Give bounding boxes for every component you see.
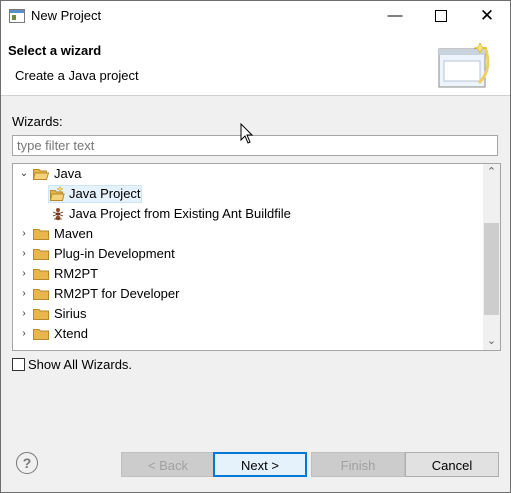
java-project-icon	[49, 186, 65, 201]
show-all-wizards-label[interactable]: Show All Wizards.	[28, 357, 132, 372]
wizard-header: Select a wizard Create a Java project	[1, 31, 510, 96]
tree-scrollbar[interactable]: ⌃ ⌄	[483, 164, 500, 350]
page-title: Select a wizard	[8, 43, 102, 58]
open-folder-icon	[33, 169, 49, 180]
maximize-button[interactable]	[418, 1, 464, 31]
tree-item-xtend[interactable]: › Xtend	[13, 324, 483, 344]
new-project-dialog: New Project — ✕ Select a wizard Create a…	[0, 0, 511, 493]
show-all-wizards-checkbox[interactable]	[12, 358, 25, 371]
maximize-icon	[435, 10, 447, 23]
page-description: Create a Java project	[15, 68, 139, 83]
tree-item-maven[interactable]: › Maven	[13, 224, 483, 244]
folder-icon	[33, 229, 49, 240]
tree-item-label: Maven	[54, 226, 94, 241]
help-icon[interactable]: ?	[16, 452, 38, 474]
wizard-filter-input[interactable]	[12, 135, 498, 156]
wizards-label: Wizards:	[12, 114, 63, 129]
mouse-cursor-icon	[240, 123, 254, 144]
tree-item-rm2pt-developer[interactable]: › RM2PT for Developer	[13, 284, 483, 304]
chevron-right-icon[interactable]: ›	[18, 304, 30, 324]
cancel-button[interactable]: Cancel	[405, 452, 499, 477]
tree-item-sirius[interactable]: › Sirius	[13, 304, 483, 324]
tree-item-label: Sirius	[54, 306, 87, 321]
back-button[interactable]: < Back	[121, 452, 215, 477]
tree-item-label: Plug-in Development	[54, 246, 175, 261]
scroll-up-icon[interactable]: ⌃	[483, 164, 500, 181]
minimize-button[interactable]: —	[372, 1, 418, 31]
folder-icon	[33, 329, 49, 340]
folder-icon	[33, 289, 49, 300]
folder-icon	[33, 269, 49, 280]
tree-item-label: Xtend	[54, 326, 88, 341]
title-bar[interactable]: New Project — ✕	[1, 1, 510, 31]
folder-icon	[33, 309, 49, 320]
chevron-right-icon[interactable]: ›	[18, 244, 30, 264]
wizard-tree[interactable]: ⌄ Java Java Project Java Project from Ex…	[12, 163, 501, 351]
scrollbar-thumb[interactable]	[484, 223, 499, 315]
chevron-right-icon[interactable]: ›	[18, 324, 30, 344]
tree-item-java[interactable]: ⌄ Java	[13, 164, 483, 184]
tree-item-plugin-development[interactable]: › Plug-in Development	[13, 244, 483, 264]
tree-item-label: RM2PT	[54, 266, 99, 281]
tree-item-label: Java	[54, 166, 82, 181]
finish-button[interactable]: Finish	[311, 452, 405, 477]
chevron-down-icon[interactable]: ⌄	[18, 164, 30, 184]
ant-icon	[52, 208, 64, 221]
chevron-right-icon[interactable]: ›	[18, 224, 30, 244]
app-icon	[9, 9, 25, 23]
tree-item-java-project[interactable]: Java Project	[13, 184, 483, 204]
tree-item-label: RM2PT for Developer	[54, 286, 180, 301]
window-title: New Project	[31, 8, 102, 23]
tree-item-rm2pt[interactable]: › RM2PT	[13, 264, 483, 284]
chevron-right-icon[interactable]: ›	[18, 264, 30, 284]
chevron-right-icon[interactable]: ›	[18, 284, 30, 304]
next-button[interactable]: Next >	[213, 452, 307, 477]
tree-item-java-project-ant[interactable]: Java Project from Existing Ant Buildfile	[13, 204, 483, 224]
close-button[interactable]: ✕	[464, 1, 510, 31]
folder-icon	[33, 249, 49, 260]
tree-item-label: Java Project from Existing Ant Buildfile	[69, 206, 291, 221]
scroll-down-icon[interactable]: ⌄	[483, 333, 500, 350]
tree-item-label: Java Project	[69, 186, 141, 201]
wizard-banner-icon	[438, 42, 490, 88]
